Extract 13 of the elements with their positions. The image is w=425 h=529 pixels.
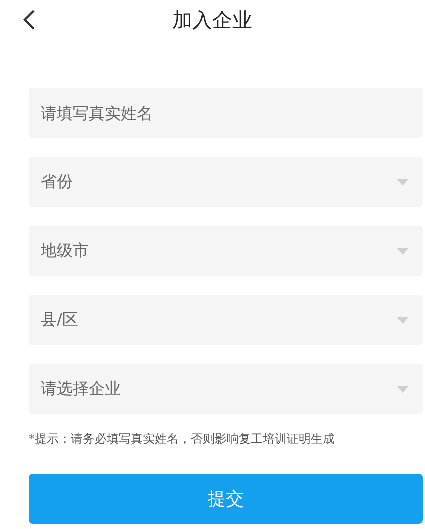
caret-icon [397,178,409,186]
dropdown-field[interactable]: 省份 [29,157,423,207]
name-field[interactable]: 请填写真实姓名 [29,88,423,138]
page-title: 加入企业 [172,6,252,34]
caret-icon [397,316,409,324]
submit-button[interactable]: 提交 [29,474,423,524]
caret-icon [397,386,409,392]
dropdown-field[interactable]: 地级市 [29,226,423,276]
dropdown-field[interactable]: 县/区 [29,295,423,345]
dropdown-field[interactable]: 请选择企业 [29,364,423,414]
caret-icon [397,248,409,254]
back-icon[interactable] [22,9,36,31]
hint-text: *提示：请务必填写真实姓名，否则影响复工培训证明生成 [29,431,336,448]
